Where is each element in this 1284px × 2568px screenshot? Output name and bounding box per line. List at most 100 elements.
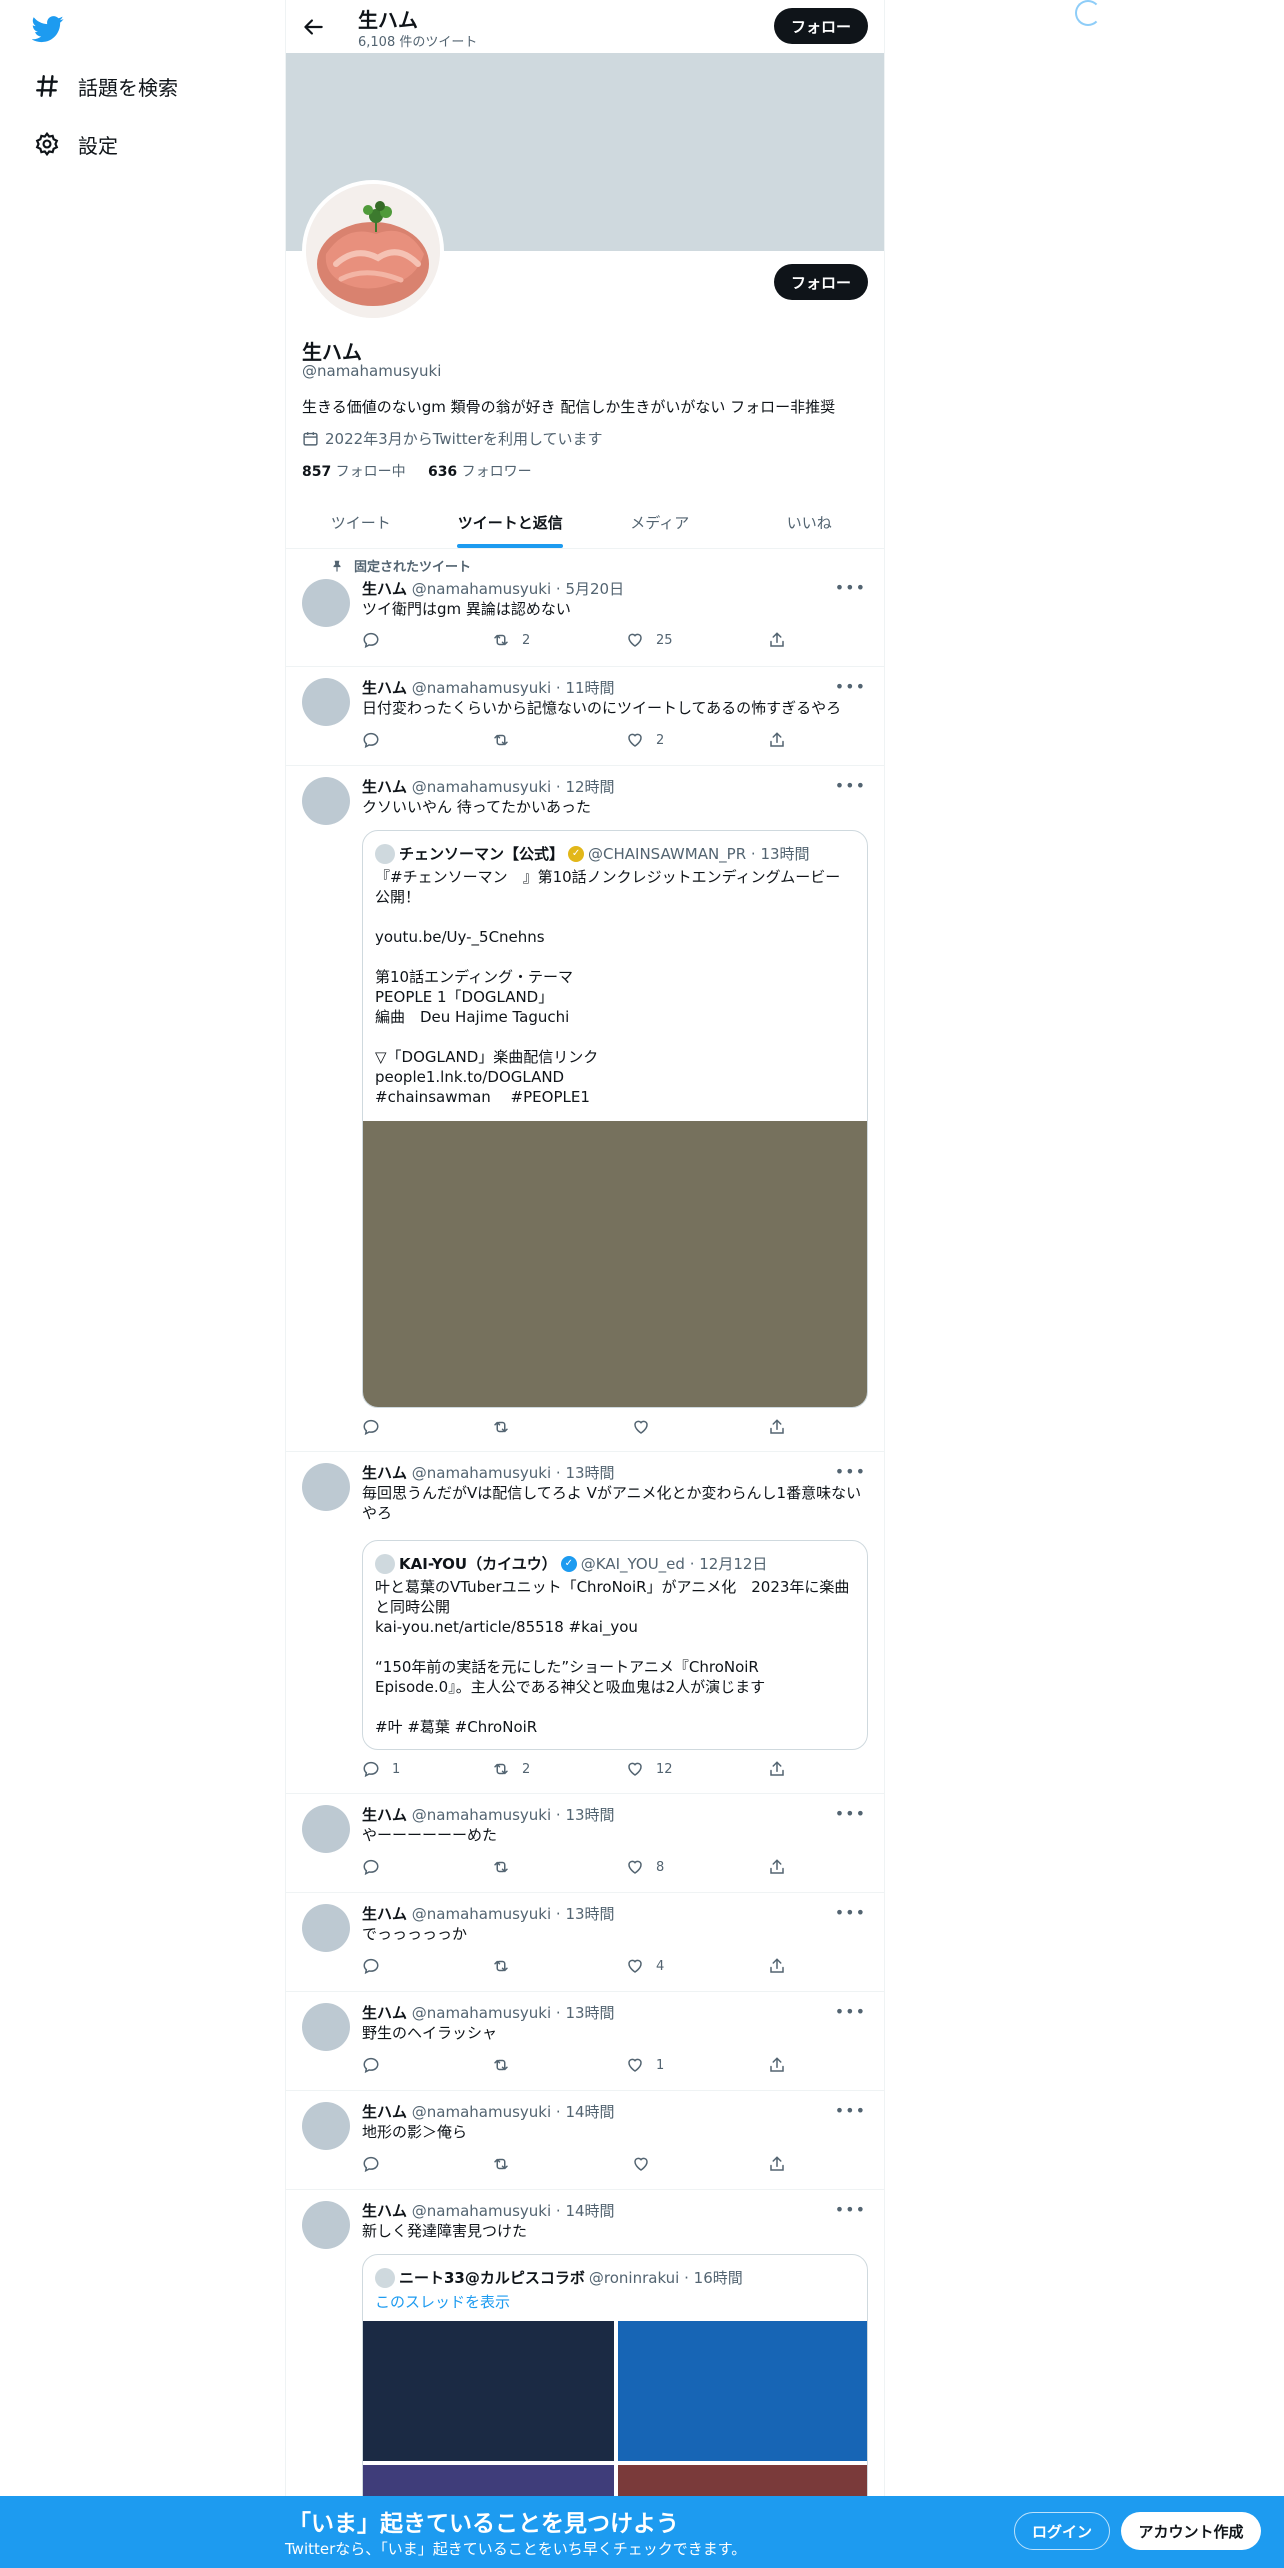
tweet[interactable]: 生ハム @namahamusyuki · 13時間 ••• 野生のヘイラッシャ … — [286, 1992, 884, 2091]
reply-button[interactable] — [362, 1418, 392, 1436]
heart-icon — [634, 2157, 648, 2171]
signup-button[interactable]: アカウント作成 — [1121, 2512, 1261, 2550]
share-button[interactable] — [768, 2155, 786, 2173]
tweet-author-name[interactable]: 生ハム — [362, 2103, 407, 2121]
nav-settings[interactable]: 設定 — [32, 124, 118, 164]
tweet[interactable]: 生ハム @namahamusyuki · 5月20日 ••• ツイ衛門はgm 異… — [286, 549, 884, 667]
login-button[interactable]: ログイン — [1014, 2512, 1110, 2550]
tweet-avatar[interactable] — [302, 1463, 350, 1511]
quoted-tweet[interactable]: チェンソーマン【公式】 ✓ @CHAINSAWMAN_PR · 13時間 『#チ… — [362, 830, 868, 1408]
back-arrow-icon[interactable] — [300, 14, 326, 40]
more-options-icon[interactable]: ••• — [835, 2002, 866, 2021]
retweet-button[interactable] — [492, 1418, 522, 1436]
tweet-avatar[interactable] — [302, 678, 350, 726]
tweet-avatar[interactable] — [302, 579, 350, 627]
like-button[interactable]: 2 — [626, 731, 664, 749]
like-button[interactable]: 12 — [626, 1760, 673, 1778]
tweet-author-name[interactable]: 生ハム — [362, 778, 407, 796]
reply-button[interactable] — [362, 2155, 392, 2173]
reply-button[interactable] — [362, 631, 392, 649]
retweet-button[interactable] — [492, 1957, 522, 1975]
header-follow-button[interactable]: フォロー — [774, 8, 868, 44]
following-link[interactable]: 857 フォロー中 — [302, 464, 406, 480]
tweet-meta: @namahamusyuki · 13時間 — [407, 1806, 615, 1824]
tweet-author-name[interactable]: 生ハム — [362, 580, 407, 598]
tweet-author-name[interactable]: 生ハム — [362, 679, 407, 697]
tab-likes[interactable]: いいね — [735, 496, 885, 548]
tweet-author-name[interactable]: 生ハム — [362, 2004, 407, 2022]
tweet-author-name[interactable]: 生ハム — [362, 2202, 407, 2220]
like-button[interactable]: 1 — [626, 2056, 664, 2074]
reply-button[interactable] — [362, 2056, 392, 2074]
quoted-tweet[interactable]: ニート33@カルピスコラボ @roninrakui · 16時間 このスレッドを… — [362, 2254, 868, 2514]
tab-tweets[interactable]: ツイート — [286, 496, 436, 548]
nav-explore[interactable]: 話題を検索 — [32, 66, 178, 106]
reply-button[interactable] — [362, 1858, 392, 1876]
retweet-button[interactable] — [492, 1858, 522, 1876]
tweet-actions: 4 — [362, 1957, 784, 1977]
like-button[interactable]: 8 — [626, 1858, 664, 1876]
reply-button[interactable]: 1 — [362, 1760, 400, 1778]
profile-avatar[interactable] — [302, 180, 444, 322]
tweet[interactable]: 生ハム @namahamusyuki · 14時間 ••• 新しく発達障害見つけ… — [286, 2190, 884, 2514]
tweet-author-name[interactable]: 生ハム — [362, 1905, 407, 1923]
share-button[interactable] — [768, 2056, 786, 2074]
reply-button[interactable] — [362, 731, 392, 749]
quoted-avatar — [375, 1553, 395, 1574]
share-button[interactable] — [768, 1418, 786, 1436]
retweet-button[interactable]: 2 — [492, 631, 530, 649]
tweet-avatar[interactable] — [302, 777, 350, 825]
retweet-button[interactable] — [492, 2056, 522, 2074]
more-options-icon[interactable]: ••• — [835, 677, 866, 696]
share-button[interactable] — [768, 1858, 786, 1876]
tweet-avatar[interactable] — [302, 2102, 350, 2150]
share-button[interactable] — [768, 631, 786, 649]
quoted-image[interactable] — [618, 2321, 867, 2461]
retweet-button[interactable] — [492, 2155, 522, 2173]
more-options-icon[interactable]: ••• — [835, 1462, 866, 1481]
like-button[interactable]: 25 — [626, 631, 673, 649]
twitter-logo-icon[interactable] — [31, 13, 64, 45]
reply-button[interactable] — [362, 1957, 392, 1975]
reply-icon — [363, 2156, 379, 2173]
like-button[interactable] — [632, 2155, 662, 2173]
profile-follow-button[interactable]: フォロー — [774, 264, 868, 300]
tweet-author-name[interactable]: 生ハム — [362, 1806, 407, 1824]
more-options-icon[interactable]: ••• — [835, 776, 866, 795]
show-thread-link[interactable]: このスレッドを表示 — [375, 2291, 510, 2312]
more-options-icon[interactable]: ••• — [835, 1804, 866, 1823]
tweet-avatar[interactable] — [302, 1805, 350, 1853]
retweet-button[interactable]: 2 — [492, 1760, 530, 1778]
share-button[interactable] — [768, 731, 786, 749]
tab-media[interactable]: メディア — [585, 496, 735, 548]
tab-tweets-and-replies[interactable]: ツイートと返信 — [436, 496, 586, 548]
share-button[interactable] — [768, 1957, 786, 1975]
tweet[interactable]: 生ハム @namahamusyuki · 14時間 ••• 地形の影＞俺ら — [286, 2091, 884, 2190]
tweet[interactable]: 生ハム @namahamusyuki · 13時間 ••• 毎回思うんだがVは配… — [286, 1452, 884, 1794]
tweet-author-name[interactable]: 生ハム — [362, 1464, 407, 1482]
share-button[interactable] — [768, 1760, 786, 1778]
more-options-icon[interactable]: ••• — [835, 1903, 866, 1922]
followers-link[interactable]: 636 フォロワー — [428, 464, 532, 480]
like-button[interactable] — [632, 1418, 662, 1436]
tweet-header: 生ハム @namahamusyuki · 11時間 — [362, 677, 615, 698]
tweet-avatar[interactable] — [302, 2201, 350, 2249]
tweet-meta: @namahamusyuki · 13時間 — [407, 2004, 615, 2022]
heart-icon — [634, 1420, 648, 1434]
quoted-tweet[interactable]: KAI-YOU（カイユウ） ✓ @KAI_YOU_ed · 12月12日 叶と葛… — [362, 1540, 868, 1750]
tweet-avatar[interactable] — [302, 2003, 350, 2051]
like-count: 4 — [656, 1958, 665, 1974]
tweet[interactable]: 生ハム @namahamusyuki · 12時間 ••• クソいいやん 待って… — [286, 766, 884, 1452]
more-options-icon[interactable]: ••• — [835, 2101, 866, 2120]
retweet-button[interactable] — [492, 731, 522, 749]
tweet[interactable]: 生ハム @namahamusyuki · 13時間 ••• やーーーーーーめた … — [286, 1794, 884, 1893]
retweet-icon — [494, 1763, 508, 1775]
quoted-image[interactable] — [363, 2321, 614, 2461]
more-options-icon[interactable]: ••• — [835, 578, 866, 597]
tweet[interactable]: 生ハム @namahamusyuki · 11時間 ••• 日付変わったくらいか… — [286, 667, 884, 766]
tweet[interactable]: 生ハム @namahamusyuki · 13時間 ••• でっっっっっか 4 — [286, 1893, 884, 1992]
quoted-video-thumbnail[interactable] — [363, 1121, 867, 1407]
tweet-avatar[interactable] — [302, 1904, 350, 1952]
more-options-icon[interactable]: ••• — [835, 2200, 866, 2219]
like-button[interactable]: 4 — [626, 1957, 664, 1975]
